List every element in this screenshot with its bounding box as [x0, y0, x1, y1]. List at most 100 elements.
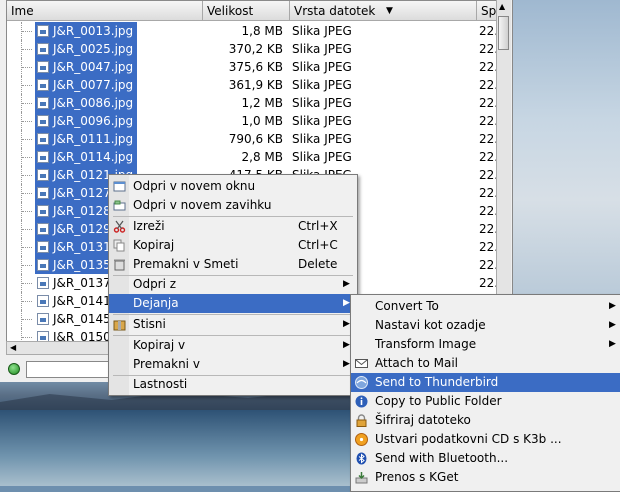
file-name: J&R_0128 [53, 204, 111, 218]
submenu-arrow-icon: ▶ [343, 340, 350, 350]
file-size: 361,9 KB [228, 78, 283, 92]
menu-item-copy-to[interactable]: Kopiraj v ▶ [109, 336, 357, 355]
context-menu: Odpri v novem oknu Odpri v novem zavihku… [108, 174, 358, 396]
kget-icon [355, 472, 368, 484]
file-name: J&R_0025.jpg [53, 42, 134, 56]
tree-line [21, 202, 34, 220]
tree-line [21, 220, 34, 238]
status-field [26, 361, 116, 378]
menu-item-properties[interactable]: Lastnosti [109, 375, 357, 394]
scroll-up-arrow-icon[interactable]: ▲ [499, 2, 505, 11]
table-row[interactable]: J&R_0077.jpg361,9 KBSlika JPEG22.0 [7, 76, 497, 94]
table-row[interactable]: J&R_0086.jpg1,2 MBSlika JPEG22.0 [7, 94, 497, 112]
jpeg-file-icon [37, 79, 49, 91]
file-type: Slika JPEG [292, 96, 352, 110]
file-size: 1,8 MB [241, 24, 283, 38]
file-name: J&R_0135 [53, 258, 111, 272]
jpeg-file-icon [37, 61, 49, 73]
file-name: J&R_0150 [53, 330, 111, 342]
column-header-size[interactable]: Velikost [203, 1, 290, 21]
jpeg-file-icon [37, 133, 49, 145]
table-row[interactable]: J&R_0114.jpg2,8 MBSlika JPEG22.0 [7, 148, 497, 166]
file-name: J&R_0114.jpg [53, 150, 134, 164]
vertical-scroll-thumb[interactable] [498, 16, 509, 50]
jpeg-file-icon [37, 97, 49, 109]
mail-icon [355, 359, 368, 368]
submenu-item-attach-to-mail[interactable]: Attach to Mail [351, 354, 620, 373]
vertical-scrollbar[interactable]: ▲ [496, 0, 511, 340]
file-size: 1,0 MB [241, 114, 283, 128]
tree-line [21, 148, 34, 166]
submenu-arrow-icon: ▶ [609, 339, 616, 349]
menu-item-copy[interactable]: Kopiraj Ctrl+C [109, 236, 357, 255]
submenu-arrow-icon: ▶ [343, 319, 350, 329]
jpeg-file-icon [37, 151, 49, 163]
table-row[interactable]: J&R_0025.jpg370,2 KBSlika JPEG22.0 [7, 40, 497, 58]
column-header-type[interactable]: Vrsta datotek ▼ [290, 1, 477, 21]
submenu-item-download-with-kget[interactable]: Prenos s KGet [351, 468, 620, 487]
jpeg-file-icon [37, 313, 49, 325]
table-row[interactable]: J&R_0047.jpg375,6 KBSlika JPEG22.0 [7, 58, 497, 76]
submenu-arrow-icon: ▶ [609, 301, 616, 311]
copy-icon [113, 239, 125, 252]
tree-line [21, 40, 34, 58]
submenu-arrow-icon: ▶ [343, 279, 350, 289]
menu-item-cut[interactable]: Izreži Ctrl+X [109, 217, 357, 236]
jpeg-file-icon [37, 169, 49, 181]
menu-item-open-new-tab[interactable]: Odpri v novem zavihku [109, 196, 357, 215]
table-row[interactable]: J&R_0013.jpg1,8 MBSlika JPEG22.0 [7, 22, 497, 40]
k3b-cd-icon [355, 433, 368, 446]
submenu-item-transform-image[interactable]: Transform Image ▶ [351, 335, 620, 354]
thunderbird-icon [355, 376, 368, 389]
trash-icon [114, 259, 125, 271]
jpeg-file-icon [37, 259, 49, 271]
tree-line [21, 274, 34, 292]
submenu-item-send-to-thunderbird[interactable]: Send to Thunderbird [351, 373, 620, 392]
jpeg-file-icon [37, 241, 49, 253]
menu-item-move-to-trash[interactable]: Premakni v Smeti Delete [109, 255, 357, 274]
file-name: J&R_0013.jpg [53, 24, 134, 38]
file-type: Slika JPEG [292, 132, 352, 146]
file-type: Slika JPEG [292, 60, 352, 74]
tree-line [21, 76, 34, 94]
menu-item-open-with[interactable]: Odpri z ▶ [109, 275, 357, 294]
menu-item-compress[interactable]: Stisni ▶ [109, 315, 357, 334]
submenu-item-encrypt-file[interactable]: Šifriraj datoteko [351, 411, 620, 430]
file-type: Slika JPEG [292, 78, 352, 92]
tree-line [21, 310, 34, 328]
file-size: 790,6 KB [228, 132, 283, 146]
scissors-icon [113, 220, 126, 233]
table-row[interactable]: J&R_0111.jpg790,6 KBSlika JPEG22.0 [7, 130, 497, 148]
column-header-date[interactable]: Sprem [477, 1, 497, 21]
submenu-arrow-icon: ▶ [609, 320, 616, 330]
tree-line [21, 166, 34, 184]
submenu-item-convert-to[interactable]: Convert To ▶ [351, 297, 620, 316]
actions-submenu: Convert To ▶ Nastavi kot ozadje ▶ Transf… [350, 294, 620, 492]
lock-icon [356, 414, 367, 427]
file-type: Slika JPEG [292, 24, 352, 38]
file-size: 2,8 MB [241, 150, 283, 164]
table-row[interactable]: J&R_0096.jpg1,0 MBSlika JPEG22.0 [7, 112, 497, 130]
submenu-item-create-data-cd-k3b[interactable]: Ustvari podatkovni CD s K3b ... [351, 430, 620, 449]
column-header-name[interactable]: Ime [7, 1, 203, 21]
submenu-item-copy-to-public-folder[interactable]: Copy to Public Folder [351, 392, 620, 411]
scroll-left-arrow-icon[interactable]: ◀ [10, 343, 16, 352]
file-name: J&R_0096.jpg [53, 114, 134, 128]
menu-item-actions[interactable]: Dejanja ▶ [109, 294, 357, 313]
open-tab-icon [113, 200, 126, 211]
menu-item-move-to[interactable]: Premakni v ▶ [109, 355, 357, 374]
tree-line [21, 256, 34, 274]
jpeg-file-icon [37, 187, 49, 199]
submenu-arrow-icon: ▶ [343, 298, 350, 308]
submenu-item-set-wallpaper[interactable]: Nastavi kot ozadje ▶ [351, 316, 620, 335]
menu-item-open-new-window[interactable]: Odpri v novem oknu [109, 177, 357, 196]
open-window-icon [113, 181, 126, 192]
tree-line [21, 184, 34, 202]
file-size: 370,2 KB [228, 42, 283, 56]
file-name: J&R_0086.jpg [53, 96, 134, 110]
info-icon [355, 395, 368, 408]
submenu-item-send-with-bluetooth[interactable]: Send with Bluetooth... [351, 449, 620, 468]
tree-line [21, 22, 34, 40]
file-name: J&R_0111.jpg [53, 132, 134, 146]
file-name: J&R_0137 [53, 276, 111, 290]
